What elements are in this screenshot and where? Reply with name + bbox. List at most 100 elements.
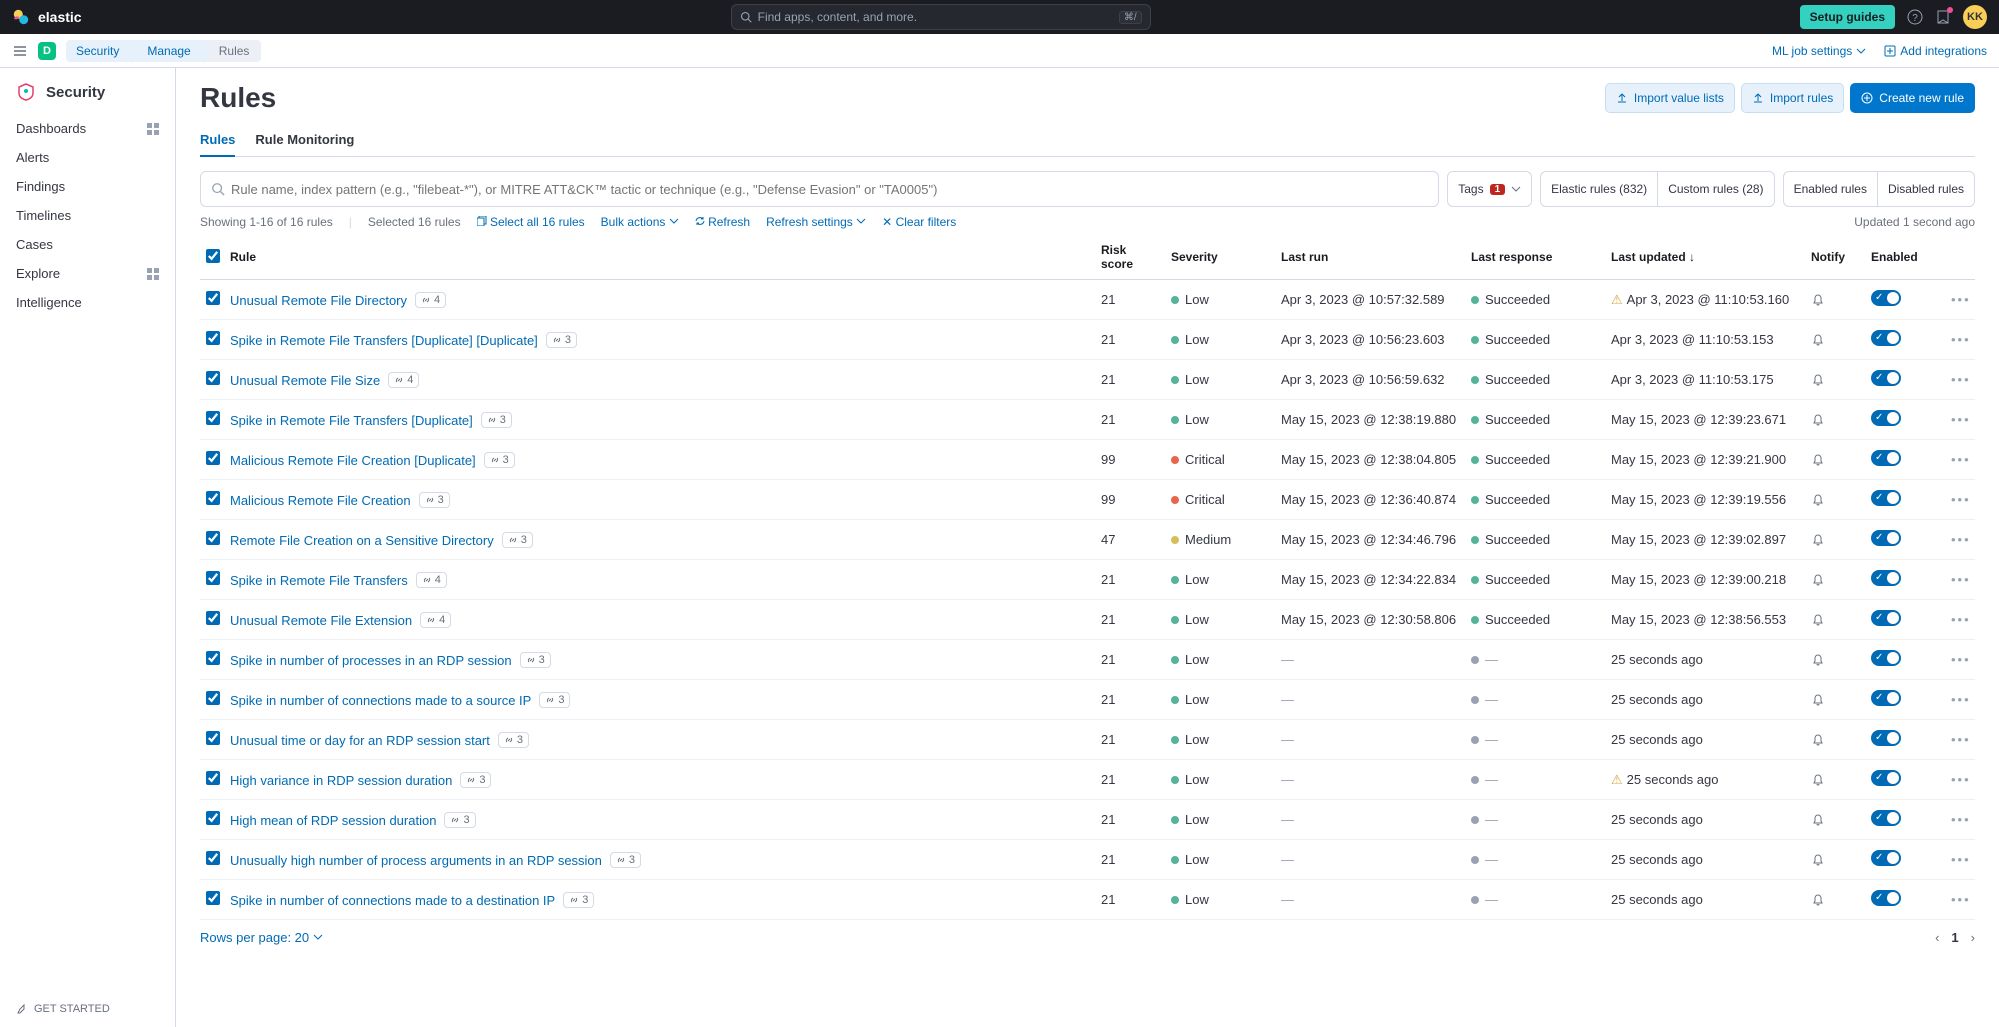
custom-rules-tab[interactable]: Custom rules (28) (1657, 171, 1774, 207)
enabled-toggle[interactable] (1871, 650, 1901, 666)
newsfeed-icon[interactable] (1935, 9, 1951, 25)
ml-job-settings[interactable]: ML job settings (1772, 44, 1866, 58)
col-last-updated[interactable]: Last updated ↓ (1605, 235, 1805, 280)
rule-link[interactable]: Unusual Remote File Directory (230, 293, 407, 308)
rule-search[interactable] (200, 171, 1439, 207)
row-checkbox[interactable] (206, 651, 220, 665)
row-actions[interactable]: ••• (1951, 572, 1971, 587)
rule-link[interactable]: Spike in Remote File Transfers (230, 573, 408, 588)
enabled-rules-tab[interactable]: Enabled rules (1783, 171, 1877, 207)
rule-link[interactable]: Malicious Remote File Creation [Duplicat… (230, 453, 476, 468)
rule-link[interactable]: Spike in Remote File Transfers [Duplicat… (230, 333, 538, 348)
pager-next[interactable]: › (1971, 930, 1975, 945)
notify-icon[interactable] (1811, 853, 1825, 867)
col-severity[interactable]: Severity (1165, 235, 1275, 280)
select-all-link[interactable]: Select all 16 rules (477, 215, 585, 229)
rule-link[interactable]: Unusually high number of process argumen… (230, 853, 602, 868)
setup-guides-button[interactable]: Setup guides (1800, 5, 1895, 29)
rule-link[interactable]: Spike in number of processes in an RDP s… (230, 653, 512, 668)
row-actions[interactable]: ••• (1951, 612, 1971, 627)
row-checkbox[interactable] (206, 811, 220, 825)
row-actions[interactable]: ••• (1951, 332, 1971, 347)
pager-prev[interactable]: ‹ (1935, 930, 1939, 945)
enabled-toggle[interactable] (1871, 450, 1901, 466)
user-avatar[interactable]: KK (1963, 5, 1987, 29)
notify-icon[interactable] (1811, 573, 1825, 587)
notify-icon[interactable] (1811, 693, 1825, 707)
sidebar-item-explore[interactable]: Explore (0, 259, 175, 288)
global-search[interactable]: Find apps, content, and more. ⌘/ (731, 4, 1151, 30)
space-badge[interactable]: D (38, 42, 56, 60)
rule-link[interactable]: Remote File Creation on a Sensitive Dire… (230, 533, 494, 548)
rule-link[interactable]: Unusual time or day for an RDP session s… (230, 733, 490, 748)
elastic-rules-tab[interactable]: Elastic rules (832) (1540, 171, 1657, 207)
integration-count[interactable]: 3 (546, 332, 577, 348)
notify-icon[interactable] (1811, 373, 1825, 387)
disabled-rules-tab[interactable]: Disabled rules (1877, 171, 1975, 207)
row-checkbox[interactable] (206, 571, 220, 585)
row-checkbox[interactable] (206, 451, 220, 465)
notify-icon[interactable] (1811, 293, 1825, 307)
sidebar-item-dashboards[interactable]: Dashboards (0, 114, 175, 143)
rule-link[interactable]: Unusual Remote File Extension (230, 613, 412, 628)
row-actions[interactable]: ••• (1951, 852, 1971, 867)
tags-filter[interactable]: Tags1 (1447, 171, 1532, 207)
integration-count[interactable]: 4 (388, 372, 419, 388)
notify-icon[interactable] (1811, 333, 1825, 347)
rule-link[interactable]: Malicious Remote File Creation (230, 493, 411, 508)
notify-icon[interactable] (1811, 453, 1825, 467)
integration-count[interactable]: 4 (416, 572, 447, 588)
breadcrumb-manage[interactable]: Manage (131, 40, 202, 62)
col-last-run[interactable]: Last run (1275, 235, 1465, 280)
clear-filters[interactable]: ✕ Clear filters (882, 215, 956, 229)
enabled-toggle[interactable] (1871, 530, 1901, 546)
row-checkbox[interactable] (206, 691, 220, 705)
refresh-button[interactable]: Refresh (695, 215, 750, 229)
enabled-toggle[interactable] (1871, 850, 1901, 866)
rule-link[interactable]: High mean of RDP session duration (230, 813, 436, 828)
notify-icon[interactable] (1811, 533, 1825, 547)
row-checkbox[interactable] (206, 611, 220, 625)
row-checkbox[interactable] (206, 891, 220, 905)
enabled-toggle[interactable] (1871, 690, 1901, 706)
row-actions[interactable]: ••• (1951, 812, 1971, 827)
col-risk[interactable]: Risk score (1095, 235, 1165, 280)
row-actions[interactable]: ••• (1951, 732, 1971, 747)
sidebar-item-alerts[interactable]: Alerts (0, 143, 175, 172)
row-checkbox[interactable] (206, 331, 220, 345)
rule-link[interactable]: Unusual Remote File Size (230, 373, 380, 388)
notify-icon[interactable] (1811, 733, 1825, 747)
sidebar-item-findings[interactable]: Findings (0, 172, 175, 201)
row-actions[interactable]: ••• (1951, 372, 1971, 387)
rule-link[interactable]: Spike in number of connections made to a… (230, 693, 531, 708)
enabled-toggle[interactable] (1871, 890, 1901, 906)
bulk-actions[interactable]: Bulk actions (601, 215, 679, 229)
import-rules-button[interactable]: Import rules (1741, 83, 1844, 113)
notify-icon[interactable] (1811, 773, 1825, 787)
help-icon[interactable]: ? (1907, 9, 1923, 25)
integration-count[interactable]: 3 (610, 852, 641, 868)
integration-count[interactable]: 3 (484, 452, 515, 468)
integration-count[interactable]: 3 (481, 412, 512, 428)
integration-count[interactable]: 4 (415, 292, 446, 308)
integration-count[interactable]: 3 (502, 532, 533, 548)
rule-search-input[interactable] (231, 182, 1428, 197)
rule-link[interactable]: High variance in RDP session duration (230, 773, 452, 788)
enabled-toggle[interactable] (1871, 570, 1901, 586)
pager-current[interactable]: 1 (1951, 930, 1958, 945)
enabled-toggle[interactable] (1871, 810, 1901, 826)
row-checkbox[interactable] (206, 371, 220, 385)
rows-per-page[interactable]: Rows per page: 20 (200, 930, 323, 945)
row-checkbox[interactable] (206, 531, 220, 545)
import-value-lists-button[interactable]: Import value lists (1605, 83, 1735, 113)
nav-toggle-icon[interactable] (12, 43, 28, 59)
create-rule-button[interactable]: Create new rule (1850, 83, 1975, 113)
notify-icon[interactable] (1811, 493, 1825, 507)
enabled-toggle[interactable] (1871, 730, 1901, 746)
row-checkbox[interactable] (206, 771, 220, 785)
select-all-checkbox[interactable] (206, 249, 220, 263)
row-actions[interactable]: ••• (1951, 452, 1971, 467)
row-checkbox[interactable] (206, 491, 220, 505)
enabled-toggle[interactable] (1871, 330, 1901, 346)
rule-link[interactable]: Spike in number of connections made to a… (230, 893, 555, 908)
